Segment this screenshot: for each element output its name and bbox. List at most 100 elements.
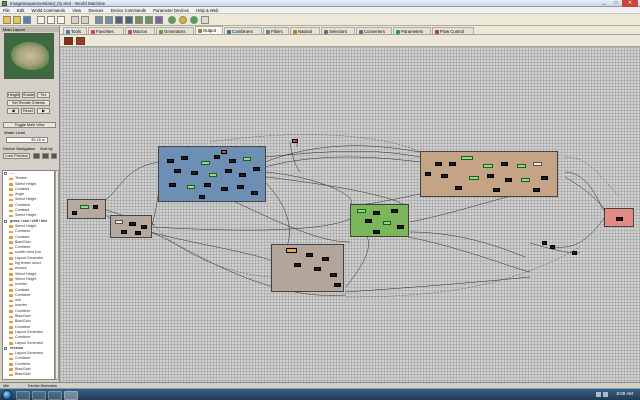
- device-node[interactable]: [239, 173, 246, 177]
- tree-item[interactable]: Bias/Gain: [3, 372, 54, 377]
- copy-icon[interactable]: [47, 15, 55, 24]
- tab-filters[interactable]: Filters: [263, 27, 289, 34]
- export-device-icon[interactable]: [76, 37, 85, 45]
- device-node[interactable]: [455, 186, 462, 190]
- group-far-left[interactable]: [67, 199, 106, 219]
- device-node[interactable]: [521, 178, 530, 182]
- device-tree[interactable]: ... Terrace Select Height Constant Angle Sele…: [2, 170, 55, 380]
- device-node[interactable]: [550, 245, 555, 249]
- device-node[interactable]: [253, 167, 260, 171]
- map-icon[interactable]: [145, 15, 153, 24]
- prev-button[interactable]: ◀: [7, 108, 19, 114]
- tab-converters[interactable]: Converters: [356, 27, 392, 34]
- device-node[interactable]: [169, 183, 176, 187]
- device-node[interactable]: [505, 178, 512, 182]
- group-blue[interactable]: [158, 146, 266, 202]
- settings-icon[interactable]: [155, 15, 163, 24]
- device-node[interactable]: [167, 159, 174, 163]
- group-green[interactable]: [350, 204, 409, 237]
- tab-parameters[interactable]: Parameters: [393, 27, 431, 34]
- device-node[interactable]: [616, 217, 623, 221]
- device-node[interactable]: [493, 188, 500, 192]
- tab-selectors[interactable]: Selectors: [321, 27, 355, 34]
- group-gray-mid[interactable]: [271, 244, 344, 292]
- maximize-button[interactable]: □: [610, 0, 622, 7]
- device-node[interactable]: [533, 162, 542, 166]
- layout-icon[interactable]: [95, 15, 103, 24]
- water-level-field[interactable]: 55.18 m: [6, 137, 48, 143]
- menu-edit[interactable]: Edit: [14, 7, 27, 14]
- device-node[interactable]: [425, 172, 431, 176]
- taskbar-world-machine-icon[interactable]: [64, 390, 78, 400]
- undo-icon[interactable]: [71, 15, 79, 24]
- device-node[interactable]: [373, 211, 380, 215]
- device-node[interactable]: [221, 187, 228, 191]
- device-workview[interactable]: [60, 47, 640, 382]
- device-node[interactable]: [294, 263, 301, 267]
- taskbar-browser-icon[interactable]: [32, 390, 46, 400]
- device-node[interactable]: [517, 164, 526, 168]
- device-node[interactable]: [286, 248, 297, 253]
- sort-type-icon[interactable]: [42, 153, 49, 159]
- lock-preview-button[interactable]: Lock Preview: [3, 153, 30, 159]
- device-node[interactable]: [306, 253, 313, 257]
- device-node[interactable]: [181, 156, 188, 160]
- device-node[interactable]: [383, 221, 391, 225]
- build-icon[interactable]: [168, 15, 176, 24]
- menu-help[interactable]: Help & Web: [193, 7, 221, 14]
- options-icon[interactable]: [201, 15, 209, 24]
- output-device-icon[interactable]: [64, 37, 73, 45]
- device-node[interactable]: [542, 241, 547, 245]
- close-button[interactable]: ✕: [622, 0, 638, 7]
- sort-order-icon[interactable]: [51, 153, 57, 159]
- menu-devices[interactable]: Devices: [85, 7, 106, 14]
- grid-icon[interactable]: [105, 15, 113, 24]
- tab-output[interactable]: Output: [195, 26, 223, 34]
- tab-macros[interactable]: Macros: [125, 27, 155, 34]
- texture-view-button[interactable]: Tex: [37, 92, 50, 98]
- menu-device-commands[interactable]: Device Commands: [108, 7, 149, 14]
- device-node[interactable]: [541, 176, 548, 180]
- device-node[interactable]: [135, 231, 141, 235]
- set-render-extents-button[interactable]: Set Render Extents: [7, 100, 50, 106]
- minimize-button[interactable]: _: [598, 0, 610, 7]
- height-view-button[interactable]: Height: [7, 92, 20, 98]
- device-node[interactable]: [334, 283, 341, 287]
- device-node[interactable]: [441, 174, 448, 178]
- menu-view[interactable]: View: [69, 7, 84, 14]
- device-node[interactable]: [314, 267, 321, 271]
- device-node[interactable]: [80, 205, 89, 209]
- group-left[interactable]: [110, 215, 152, 238]
- device-node[interactable]: [93, 205, 98, 209]
- device-node[interactable]: [501, 162, 508, 166]
- group-brown[interactable]: [420, 151, 558, 197]
- device-node[interactable]: [397, 225, 404, 229]
- sort-alpha-icon[interactable]: [33, 153, 40, 159]
- device-node[interactable]: [330, 273, 337, 277]
- device-node[interactable]: [292, 139, 298, 143]
- device-node[interactable]: [187, 185, 195, 189]
- device-node[interactable]: [199, 195, 205, 199]
- group-red[interactable]: [604, 208, 634, 227]
- device-node[interactable]: [214, 155, 220, 159]
- 3d-view-icon[interactable]: [125, 15, 133, 24]
- menu-parameter-devices[interactable]: Parameter Devices: [150, 7, 192, 14]
- device-node[interactable]: [72, 211, 77, 215]
- toggle-main-view-button[interactable]: Toggle Main View: [3, 122, 56, 128]
- render-icon[interactable]: [190, 15, 198, 24]
- terrain-view-icon[interactable]: [115, 15, 123, 24]
- next-button[interactable]: ▶: [37, 108, 50, 114]
- device-node[interactable]: [373, 230, 380, 234]
- tray-volume-icon[interactable]: [603, 392, 608, 397]
- explorer-icon[interactable]: [135, 15, 143, 24]
- device-node[interactable]: [365, 219, 372, 223]
- taskbar-media-icon[interactable]: [48, 390, 62, 400]
- terrain-preview[interactable]: [4, 33, 54, 79]
- device-node[interactable]: [483, 164, 493, 168]
- menu-world-commands[interactable]: World Commands: [29, 7, 68, 14]
- device-node[interactable]: [174, 169, 181, 173]
- cut-icon[interactable]: [37, 15, 45, 24]
- device-node[interactable]: [357, 209, 366, 213]
- device-node[interactable]: [225, 169, 232, 173]
- device-node[interactable]: [115, 220, 123, 224]
